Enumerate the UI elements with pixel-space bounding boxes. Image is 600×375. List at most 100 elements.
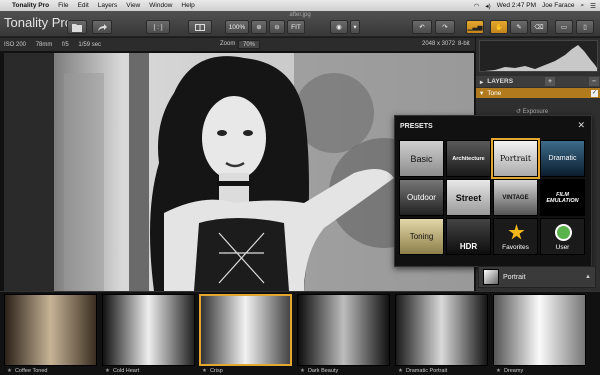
- preset-toning[interactable]: Toning: [399, 218, 444, 255]
- menu-edit[interactable]: Edit: [78, 2, 89, 9]
- zoom-100-button[interactable]: 100%: [225, 20, 249, 34]
- preset-vintage[interactable]: VINTAGE: [493, 179, 538, 216]
- menu-help[interactable]: Help: [181, 2, 194, 9]
- preset-label: Dramatic: [548, 155, 577, 162]
- layer-label: Tone: [487, 89, 502, 97]
- preset-label: Favorites: [502, 244, 529, 251]
- chevron-down-icon: ▾: [353, 24, 357, 31]
- menubar-user[interactable]: Joe Farace: [542, 2, 575, 9]
- layers-header[interactable]: ▸ LAYERS + −: [476, 76, 600, 87]
- compare-button[interactable]: [188, 20, 212, 34]
- star-icon[interactable]: ★: [496, 368, 501, 374]
- preset-street[interactable]: Street: [446, 179, 491, 216]
- preset-film-emulation[interactable]: FILM EMULATION: [540, 179, 585, 216]
- app-logo: Tonality Pro: [4, 15, 72, 30]
- zoom-dropdown[interactable]: 70%: [238, 40, 261, 49]
- preset-label: VINTAGE: [502, 194, 529, 201]
- disclosure-triangle-icon: ▸: [480, 78, 484, 86]
- filmstrip-thumb[interactable]: [199, 294, 292, 366]
- thumb-label: Crisp: [209, 368, 223, 374]
- main-toolbar: after.jpg Tonality Pro [ : ] 100% ⊕ ⊖ FI…: [0, 11, 600, 37]
- presets-popup: PRESETS ✕ Basic Architecture Portrait Dr…: [394, 115, 592, 267]
- preset-architecture[interactable]: Architecture: [446, 140, 491, 177]
- menu-view[interactable]: View: [126, 2, 140, 9]
- preset-dramatic[interactable]: Dramatic: [540, 140, 585, 177]
- preset-category-dropdown[interactable]: Portrait ▲: [478, 266, 596, 288]
- redo-button[interactable]: ↷: [435, 20, 455, 34]
- filmstrip-thumb[interactable]: [4, 294, 97, 366]
- hand-icon: ✋: [494, 24, 504, 31]
- preset-user[interactable]: User: [540, 218, 585, 255]
- sidebar-toggle-button[interactable]: ▯: [576, 20, 594, 34]
- aperture-value: f/5: [62, 41, 69, 48]
- filmstrip-label: ★ Dramatic Portrait: [395, 368, 488, 374]
- filmstrip-thumb[interactable]: [297, 294, 390, 366]
- app-menu[interactable]: Tonality Pro: [12, 2, 49, 9]
- preset-basic[interactable]: Basic: [399, 140, 444, 177]
- eraser-icon: ⌫: [534, 24, 544, 31]
- undo-button[interactable]: ↶: [412, 20, 432, 34]
- category-thumbnail: [483, 269, 499, 285]
- notification-center-icon[interactable]: ☰: [590, 2, 596, 10]
- preset-hdr[interactable]: HDR: [446, 218, 491, 255]
- preset-label: Architecture: [452, 155, 485, 162]
- layer-visibility-checkbox[interactable]: ✓: [591, 89, 598, 97]
- preview-toggle-button[interactable]: ◉: [330, 20, 348, 34]
- preset-label: FILM EMULATION: [546, 191, 579, 204]
- crop-button[interactable]: [ : ]: [146, 20, 170, 34]
- menu-layers[interactable]: Layers: [98, 2, 118, 9]
- zoom-in-button[interactable]: ⊕: [251, 20, 267, 34]
- star-icon[interactable]: ★: [7, 368, 12, 374]
- folder-icon: [72, 23, 82, 32]
- histogram-toggle-button[interactable]: ▁▃▅: [466, 20, 484, 34]
- hand-tool-button[interactable]: ✋: [490, 20, 508, 34]
- star-icon[interactable]: ★: [202, 368, 207, 374]
- thumb-label: Dark Beauty: [307, 368, 339, 374]
- preset-portrait[interactable]: Portrait: [491, 138, 540, 179]
- menu-file[interactable]: File: [58, 2, 68, 9]
- preset-filmstrip: ★ Coffee Toned ★ Cold Heart ★ Crisp ★ Dark B…: [0, 291, 600, 375]
- fit-button[interactable]: FIT: [287, 20, 305, 34]
- image-dimensions: 2048 x 3072: [422, 41, 456, 47]
- preset-outdoor[interactable]: Outdoor: [399, 179, 444, 216]
- add-layer-button[interactable]: +: [545, 77, 556, 86]
- star-icon[interactable]: ★: [300, 368, 305, 374]
- preset-favorites[interactable]: Favorites: [493, 218, 538, 255]
- eraser-tool-button[interactable]: ⌫: [530, 20, 548, 34]
- star-icon[interactable]: ★: [105, 368, 110, 374]
- layers-label: LAYERS: [487, 78, 514, 85]
- remove-layer-button[interactable]: −: [588, 77, 599, 86]
- preset-label: Toning: [409, 232, 434, 241]
- brush-tool-button[interactable]: ✎: [510, 20, 528, 34]
- menubar-clock[interactable]: Wed 2:47 PM: [497, 2, 536, 9]
- filmstrip-thumb[interactable]: [493, 294, 586, 366]
- star-icon[interactable]: ★: [398, 368, 403, 374]
- wifi-icon[interactable]: ◠: [474, 2, 480, 10]
- filmstrip-thumb[interactable]: [102, 294, 195, 366]
- preset-label: HDR: [459, 242, 478, 251]
- open-folder-button[interactable]: [67, 20, 87, 34]
- star-icon: [508, 224, 525, 240]
- preset-label: Outdoor: [407, 193, 436, 202]
- gradient-tool-button[interactable]: ▭: [555, 20, 573, 34]
- layer-row-tone[interactable]: ▾ Tone ✓: [476, 88, 600, 98]
- iso-value: ISO 200: [4, 41, 27, 48]
- preview-menu-button[interactable]: ▾: [350, 20, 360, 34]
- preset-label: Basic: [410, 153, 433, 164]
- filmstrip-thumb[interactable]: [395, 294, 488, 366]
- exposure-section-label[interactable]: ↺ Exposure: [516, 108, 548, 115]
- preset-label: Portrait: [499, 154, 532, 163]
- share-arrow-icon: [98, 23, 107, 31]
- gradient-icon: ▭: [560, 24, 568, 31]
- close-icon[interactable]: ✕: [577, 120, 585, 131]
- preset-label: Street: [455, 192, 482, 203]
- user-icon: [555, 224, 572, 241]
- share-button[interactable]: [92, 20, 112, 34]
- zoom-out-button[interactable]: ⊖: [269, 20, 285, 34]
- compare-view-icon: [195, 23, 205, 31]
- volume-icon[interactable]: ◂): [485, 2, 490, 10]
- histogram-icon: ▁▃▅: [467, 24, 483, 31]
- spotlight-search-icon[interactable]: ⌕: [581, 2, 585, 10]
- menu-window[interactable]: Window: [149, 2, 172, 9]
- shutter-speed-value: 1/59 sec: [78, 41, 102, 48]
